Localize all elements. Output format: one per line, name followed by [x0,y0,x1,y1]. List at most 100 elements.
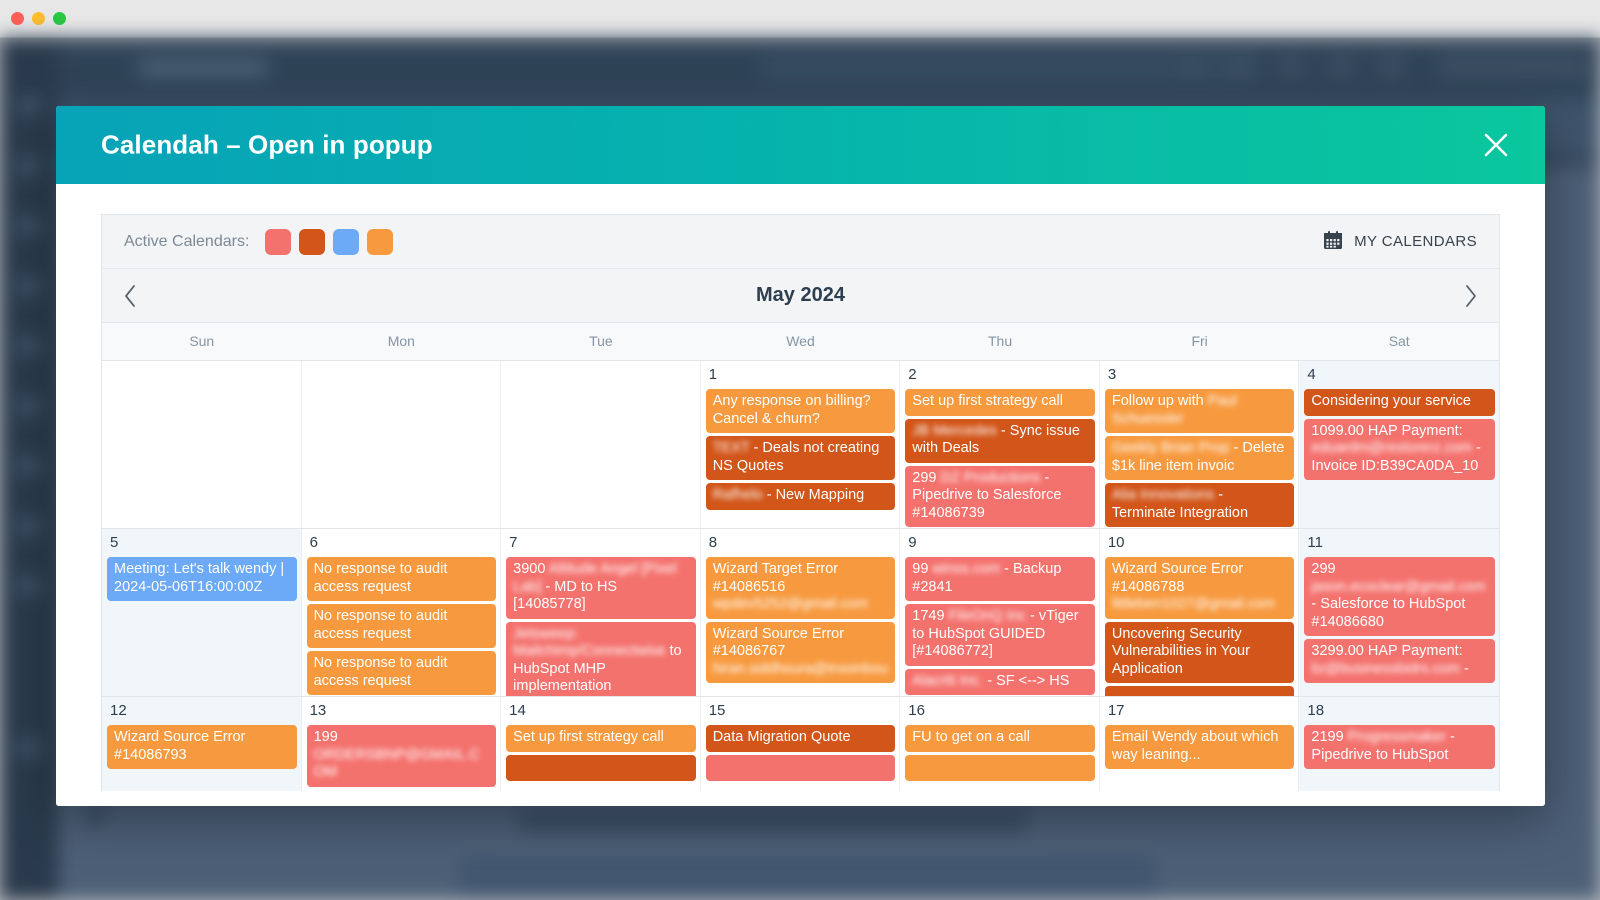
calendar-event[interactable]: Set up first strategy call [506,725,696,752]
calendar-event[interactable]: 3900 Altitude Angel [Pixel Lab] - MD to … [506,557,696,619]
event-text-redacted: ORDERSBNP@GMAIL.COM [313,746,480,781]
event-text: 299 [912,469,941,486]
window-maximize-button[interactable] [53,12,66,25]
day-number: 2 [908,366,917,383]
day-number: 17 [1107,702,1125,719]
calendar-event[interactable]: Wizard Source Error #14086793 [107,725,297,769]
day-number: 9 [908,534,917,551]
calendar-event[interactable]: Rafhelo - New Mapping [705,483,896,510]
day-number: 10 [1107,534,1125,551]
day-cell-7[interactable]: 7 3900 Altitude Angel [Pixel Lab] - MD to… [501,529,701,696]
event-text-redacted: Geekly Brian Prop [1111,440,1230,456]
calendar-event[interactable]: Alacriti Inc. - SF <--> HS [905,668,1095,695]
calendar-event[interactable]: Meeting: Let's talk wendy | 2024-05-06T1… [107,557,297,601]
day-cell-empty[interactable] [102,361,302,528]
day-cell-12[interactable]: 12 Wizard Source Error #14086793 [102,697,302,791]
day-cell-6[interactable]: 6 No response to audit access request No r… [302,529,502,696]
calendar-event[interactable]: 199 ORDERSBNP@GMAIL.COM [306,725,497,787]
event-text: 199 [313,729,338,745]
next-month-button[interactable] [1443,269,1499,322]
day-cell-4[interactable]: 4 Considering your service 1099.00 HAP Pay… [1299,361,1499,528]
calendar-event[interactable]: Wizard Source Error #14086767 hiran.sidd… [705,621,896,683]
calendar-color-blue[interactable] [333,228,360,255]
day-cell-14[interactable]: 14 Set up first strategy call [501,697,701,791]
calendar-event[interactable]: Jetsweep: Mailchimp/Connectwise to HubSp… [506,621,696,696]
day-cell-13[interactable]: 13 199 ORDERSBNP@GMAIL.COM [302,697,502,791]
event-text-redacted: TEXT [712,440,750,456]
day-number: 1 [708,366,718,383]
calendar-event[interactable]: Data Migration Quote [705,725,896,752]
weekday-label-tue: Tue [589,333,613,349]
day-cell-18[interactable]: 18 2199 Progressmaker - Pipedrive to HubS… [1299,697,1499,791]
day-cell-9[interactable]: 9 99 winss.com - Backup #2841 1749 FileOnQ… [900,529,1100,696]
modal-header: Calendah – Open in popup [56,106,1545,184]
event-text: Wizard Source Error #14086793 [114,729,246,763]
day-cell-3[interactable]: 3 Follow up with Paul Schuessler Geekly Br… [1100,361,1300,528]
calendar-event[interactable]: Follow up with Paul Schuessler [1104,389,1295,433]
calendar-event[interactable]: 2199 Progressmaker - Pipedrive to HubSpo… [1304,725,1495,769]
day-number: 11 [1307,534,1323,551]
calendar-event[interactable]: Uncovering Security Vulnerabilities in Y… [1104,621,1295,683]
event-text [912,759,916,775]
calendar-event[interactable]: 299 DZ Productions - Pipedrive to Salesf… [905,465,1095,527]
calendar-event[interactable]: 3299.00 HAP Payment: liz@businessbidrs.c… [1304,639,1495,683]
day-cell-16[interactable]: 16 FU to get on a call [900,697,1100,791]
day-cell-17[interactable]: 17 Email Wendy about which way leaning... [1100,697,1300,791]
calendar-event[interactable]: 99 winss.com - Backup #2841 [905,557,1095,601]
calendar-color-dark-orange[interactable] [299,228,326,255]
event-text-redacted: Alacriti Inc. [912,672,984,689]
window-minimize-button[interactable] [32,12,45,25]
day-cell-10[interactable]: 10 Wizard Source Error #14086788 littlebe… [1100,529,1300,696]
calendar-event[interactable]: Wizard Target Error #14086516 wpdev5252@… [705,557,896,619]
calendar-event[interactable]: TEXT - Deals not creating NS Quotes [705,436,896,480]
calendar-event[interactable]: 1749 FileOnQ Inc - vTiger to HubSpot GUI… [905,604,1095,666]
calendar-event[interactable] [1104,686,1295,696]
calendar-event[interactable]: No response to audit access request [306,557,497,601]
event-text: Email Wendy about which way leaning... [1111,729,1279,763]
calendar-event[interactable]: Set up first strategy call [905,389,1095,416]
calendar-event[interactable]: 299 jason.ecoclear@gmail.com - Salesforc… [1304,557,1495,636]
day-cell-11[interactable]: 11 299 jason.ecoclear@gmail.com - Salesfo… [1299,529,1499,696]
day-cell-empty[interactable] [301,361,502,528]
modal-title: Calendah – Open in popup [101,129,433,160]
calendar-event[interactable]: Considering your service [1304,389,1495,416]
calendar-event[interactable]: FU to get on a call [905,725,1095,752]
day-number: 8 [708,534,718,551]
calendar-event[interactable]: Email Wendy about which way leaning... [1104,725,1295,769]
window-close-button[interactable] [11,12,24,25]
calendar-event[interactable]: Geekly Brian Prop - Delete $1k line item… [1104,436,1295,480]
event-text: No response to audit access request [313,561,448,595]
close-icon[interactable] [1479,128,1513,162]
event-text [1112,690,1116,696]
event-text: Meeting: Let's talk wendy | 2024-05-06T1… [114,561,285,595]
day-cell-empty[interactable] [501,361,701,528]
previous-month-button[interactable] [102,269,158,322]
day-cell-15[interactable]: 15 Data Migration Quote [701,697,901,791]
calendar-event[interactable]: 1099.00 HAP Payment: eduardm@restorerz.c… [1304,418,1495,480]
event-text-redacted: winss.com [932,561,1001,577]
day-cell-8[interactable]: 8 Wizard Target Error #14086516 wpdev5252… [701,529,901,696]
weekday-header-row: Sun Mon Tue Wed Thu Fri Sat [101,323,1500,361]
calendar-event[interactable] [905,754,1095,781]
day-cell-2[interactable]: 2 Set up first strategy call JB Mercedes -… [900,361,1100,528]
event-text: No response to audit access request [313,608,448,642]
calendar-month-bar: May 2024 [101,268,1500,323]
my-calendars-button[interactable]: MY CALENDARS [1323,230,1477,254]
calendar-event[interactable]: Alia Innovations - Terminate Integration [1104,483,1295,527]
day-number: 14 [509,702,526,719]
calendar-event[interactable]: Wizard Source Error #14086788 littleben1… [1104,557,1295,619]
calendar-event[interactable]: JB Mercedes - Sync issue with Deals [905,418,1095,463]
day-cell-5[interactable]: 5 Meeting: Let's talk wendy | 2024-05-06T… [102,529,302,696]
calendar-week-row: 1 Any response on billing? Cancel & churn… [102,361,1499,529]
calendar-week-row: 5 Meeting: Let's talk wendy | 2024-05-06T… [102,529,1499,697]
calendar-color-salmon[interactable] [265,228,292,255]
event-text: FU to get on a call [912,729,1030,745]
event-text: Data Migration Quote [712,729,851,745]
calendar-event[interactable]: Any response on billing? Cancel & churn? [705,389,896,433]
calendar-event[interactable] [506,754,696,781]
day-cell-1[interactable]: 1 Any response on billing? Cancel & churn… [701,361,901,528]
calendar-event[interactable]: No response to audit access request [306,604,497,648]
calendar-color-orange[interactable] [367,228,394,255]
calendar-event[interactable] [705,754,896,781]
calendar-event[interactable]: No response to audit access request [306,651,497,695]
